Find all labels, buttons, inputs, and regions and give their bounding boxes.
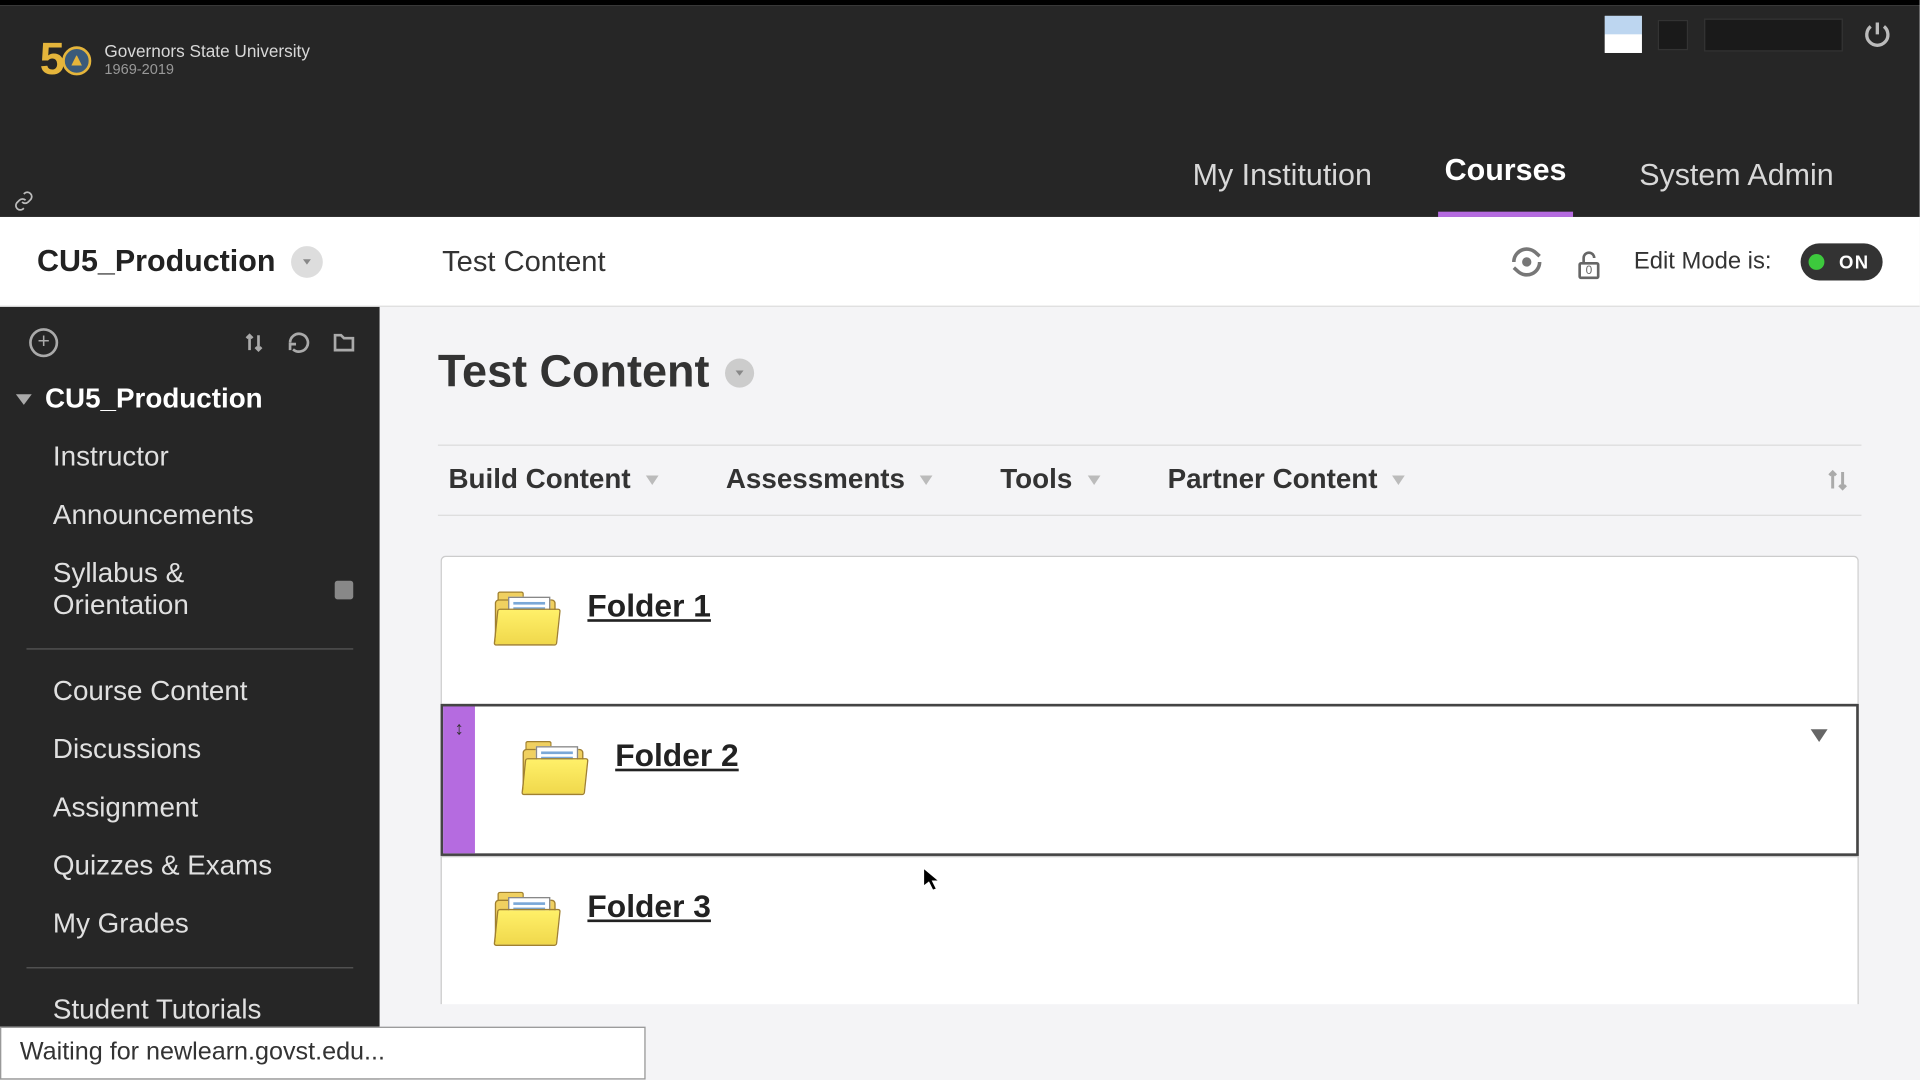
sidebar-item-syllabus[interactable]: Syllabus & Orientation	[0, 545, 380, 635]
chevron-down-icon	[1086, 472, 1102, 488]
nav-system-admin[interactable]: System Admin	[1633, 134, 1841, 217]
institution-logo[interactable]: 5 Governors State University 1969-2019	[40, 34, 310, 86]
folder-icon	[495, 591, 556, 644]
mouse-cursor	[922, 867, 943, 893]
header-box-1[interactable]	[1658, 19, 1688, 49]
sidebar-item-assignment[interactable]: Assignment	[0, 779, 380, 837]
sidebar-reorder-icon[interactable]	[242, 331, 266, 355]
collapse-icon	[16, 394, 32, 405]
user-thumbnail[interactable]	[1605, 16, 1642, 53]
hidden-badge-icon	[335, 581, 353, 600]
folder-link[interactable]: Folder 2	[615, 738, 739, 775]
chevron-down-icon	[1391, 472, 1407, 488]
browser-status-bar: Waiting for newlearn.govst.edu...	[0, 1027, 646, 1080]
action-bar: Build Content Assessments Tools Partner …	[438, 445, 1862, 516]
folder-icon	[523, 741, 584, 794]
action-build-content[interactable]: Build Content	[448, 464, 659, 496]
folder-list: Folder 1 ↕ Folder 2 Folder 3	[438, 556, 1862, 1004]
content-area: Test Content Build Content Assessments T…	[380, 307, 1920, 1080]
page-title: Test Content	[438, 347, 710, 399]
nav-my-institution[interactable]: My Institution	[1186, 134, 1378, 217]
breadcrumb-course[interactable]: CU5_Production	[37, 243, 275, 279]
chevron-down-icon	[644, 472, 660, 488]
unlock-icon[interactable]: 0	[1573, 245, 1605, 277]
edit-mode-toggle[interactable]: ON	[1801, 243, 1883, 280]
folder-menu-icon[interactable]	[1809, 725, 1830, 746]
refresh-icon[interactable]	[1509, 244, 1543, 278]
reorder-icon[interactable]	[1824, 467, 1850, 493]
main-nav: My Institution Courses System Admin	[1186, 128, 1840, 217]
folder-item[interactable]: Folder 3	[441, 856, 1859, 1004]
chevron-down-icon	[918, 472, 934, 488]
breadcrumb-bar: CU5_Production Test Content 0 Edit Mode …	[0, 217, 1920, 307]
sidebar-item-announcements[interactable]: Announcements	[0, 487, 380, 545]
nav-courses[interactable]: Courses	[1438, 128, 1573, 217]
link-icon[interactable]	[13, 191, 34, 212]
folder-item[interactable]: Folder 1	[441, 556, 1859, 704]
edit-mode-label: Edit Mode is:	[1634, 247, 1772, 275]
header-box-2[interactable]	[1704, 18, 1843, 51]
action-partner-content[interactable]: Partner Content	[1168, 464, 1407, 496]
sidebar-refresh-icon[interactable]	[287, 331, 311, 355]
institution-name: Governors State University	[104, 43, 310, 62]
sidebar-add-button[interactable]: +	[29, 328, 58, 357]
institution-years: 1969-2019	[104, 62, 310, 78]
breadcrumb-chevron-icon[interactable]	[291, 245, 323, 277]
folder-link[interactable]: Folder 1	[587, 589, 711, 626]
sidebar-item-course-content[interactable]: Course Content	[0, 663, 380, 721]
folder-icon	[495, 892, 556, 945]
drag-handle[interactable]: ↕	[443, 706, 475, 853]
sidebar-item-discussions[interactable]: Discussions	[0, 721, 380, 779]
sidebar-item-grades[interactable]: My Grades	[0, 896, 380, 954]
action-tools[interactable]: Tools	[1000, 464, 1101, 496]
action-assessments[interactable]: Assessments	[726, 464, 934, 496]
sidebar-item-quizzes[interactable]: Quizzes & Exams	[0, 837, 380, 895]
folder-link[interactable]: Folder 3	[587, 889, 711, 926]
global-header: 5 Governors State University 1969-2019 M…	[0, 5, 1920, 217]
logout-button[interactable]	[1859, 16, 1896, 53]
sidebar-item-instructor[interactable]: Instructor	[0, 429, 380, 487]
svg-text:0: 0	[1586, 262, 1593, 276]
page-title-menu-icon[interactable]	[725, 358, 754, 387]
sidebar-folder-icon[interactable]	[332, 331, 356, 355]
sidebar-course-home[interactable]: CU5_Production	[0, 365, 380, 429]
course-sidebar: + CU5_Production Instructor Announcement…	[0, 307, 380, 1080]
folder-item[interactable]: ↕ Folder 2	[441, 704, 1859, 856]
breadcrumb-page[interactable]: Test Content	[442, 244, 605, 278]
